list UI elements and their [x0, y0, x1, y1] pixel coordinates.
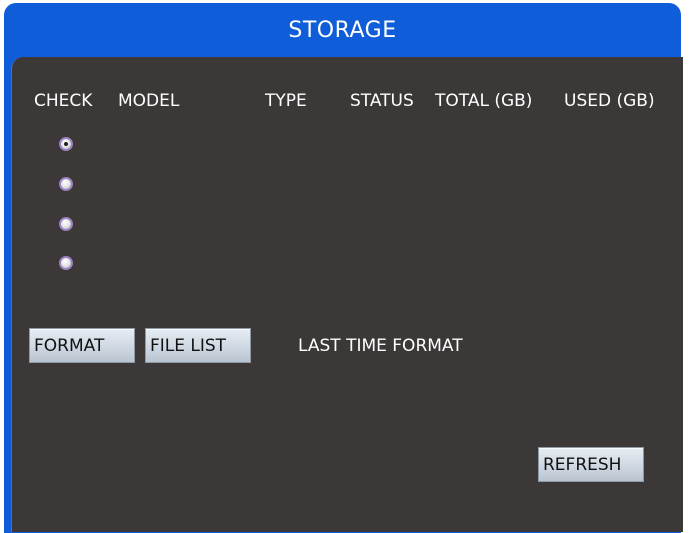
- last-time-format-label: LAST TIME FORMAT: [298, 336, 463, 356]
- row-3-check-radio[interactable]: [59, 217, 73, 231]
- format-button[interactable]: FORMAT: [29, 328, 135, 363]
- column-header-total-gb: TOTAL (GB): [435, 91, 533, 111]
- row-2-check-radio[interactable]: [59, 177, 73, 191]
- column-header-used-gb: USED (GB): [564, 91, 655, 111]
- row-4-check-radio[interactable]: [59, 256, 73, 270]
- column-header-type: TYPE: [265, 91, 307, 111]
- window-title: STORAGE: [288, 18, 397, 43]
- column-header-status: STATUS: [350, 91, 414, 111]
- column-header-model: MODEL: [118, 91, 180, 111]
- refresh-button[interactable]: REFRESH: [538, 447, 644, 482]
- file-list-button[interactable]: FILE LIST: [145, 328, 251, 363]
- column-header-check: CHECK: [34, 91, 93, 111]
- row-1-check-radio[interactable]: [59, 137, 73, 151]
